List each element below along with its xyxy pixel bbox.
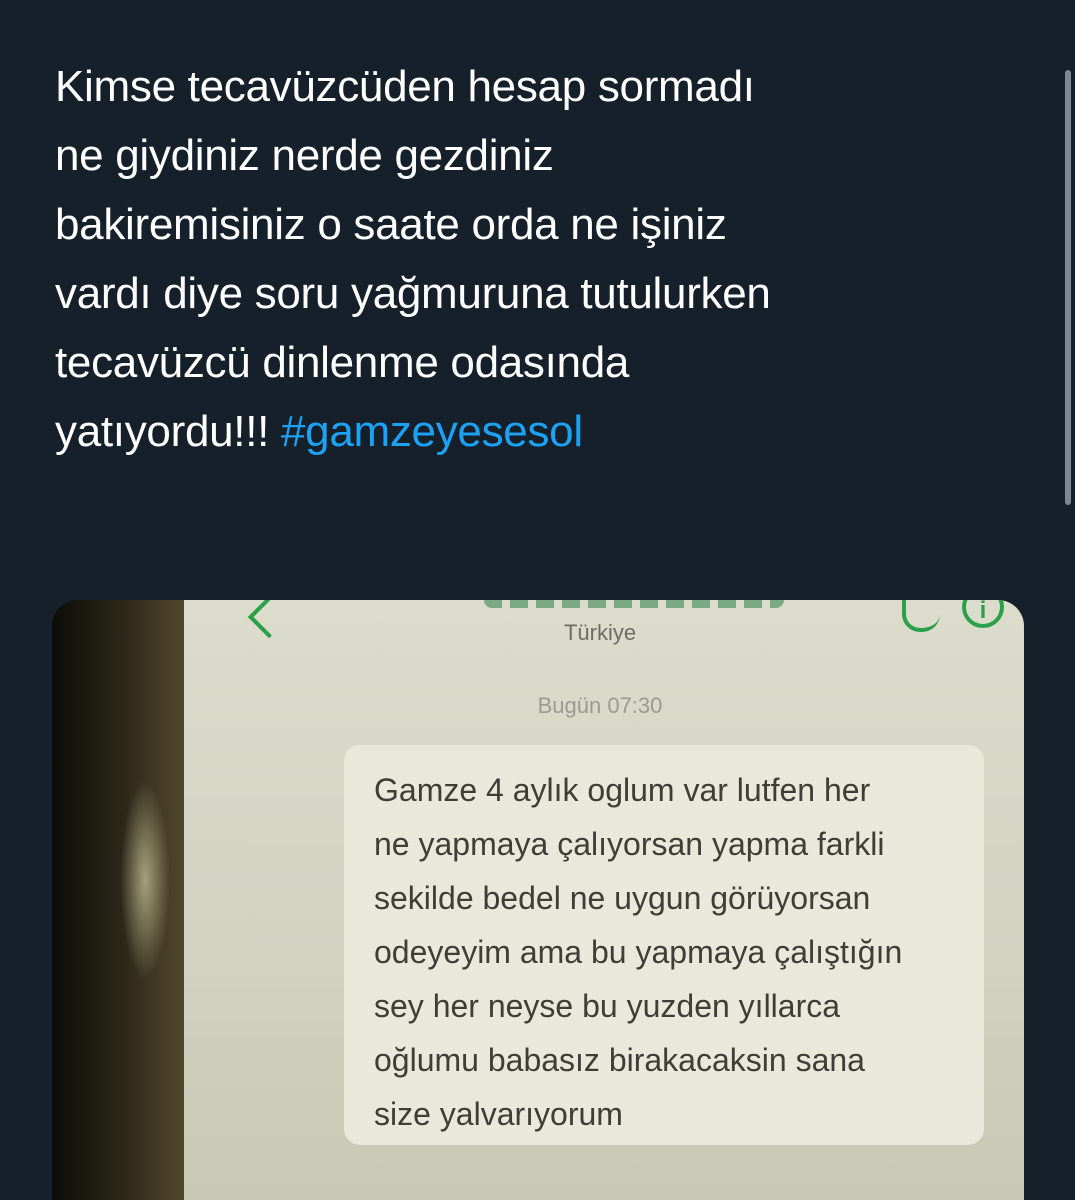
tweet-media-image[interactable]: i Türkiye Bugün 07:30 Gamze 4 aylık oglu…: [52, 600, 1024, 1200]
tweet-line: ne giydiniz nerde gezdiniz: [55, 131, 554, 180]
tweet-text: Kimse tecavüzcüden hesap sormadı ne giyd…: [55, 52, 1045, 466]
message-line: ne yapmaya çalıyorsan yapma farkli: [374, 826, 885, 862]
message-line: Gamze 4 aylık oglum var lutfen her: [374, 772, 871, 808]
message-text: Gamze 4 aylık oglum var lutfen her ne ya…: [374, 763, 994, 1141]
scrollbar[interactable]: [1065, 70, 1071, 505]
tweet-line-last: yatıyordu!!! #gamzeyesesol: [55, 397, 1045, 466]
sms-topbar: i: [184, 600, 1024, 639]
message-line: oğlumu babasız birakacaksin sana: [374, 1042, 865, 1078]
message-timestamp: Bugün 07:30: [537, 693, 663, 718]
contact-country: Türkiye: [563, 620, 637, 645]
tweet-line: tecavüzcü dinlenme odasında: [55, 338, 630, 387]
message-line: sekilde bedel ne uygun görüyorsan: [374, 880, 871, 916]
tweet-line: Kimse tecavüzcüden hesap sormadı: [55, 62, 755, 111]
message-line: sey her neyse bu yuzden yıllarca: [374, 988, 841, 1024]
tweet-line: vardı diye soru yağmuruna tutulurken: [55, 269, 771, 318]
light-glare: [120, 780, 170, 980]
tweet-line: yatıyordu!!!: [55, 407, 281, 456]
phone-number-cropped: [484, 600, 784, 608]
message-line: size yalvarıyorum: [374, 1096, 623, 1132]
tweet-line: bakiremisiniz o saate orda ne işiniz: [55, 200, 727, 249]
message-bubble: Gamze 4 aylık oglum var lutfen her ne ya…: [344, 745, 984, 1145]
sms-screen: i Türkiye Bugün 07:30 Gamze 4 aylık oglu…: [184, 600, 1024, 1200]
message-line: odeyeyim ama bu yapmaya çalıştığın: [374, 934, 903, 970]
hashtag-link[interactable]: #gamzeyesesol: [281, 407, 583, 456]
